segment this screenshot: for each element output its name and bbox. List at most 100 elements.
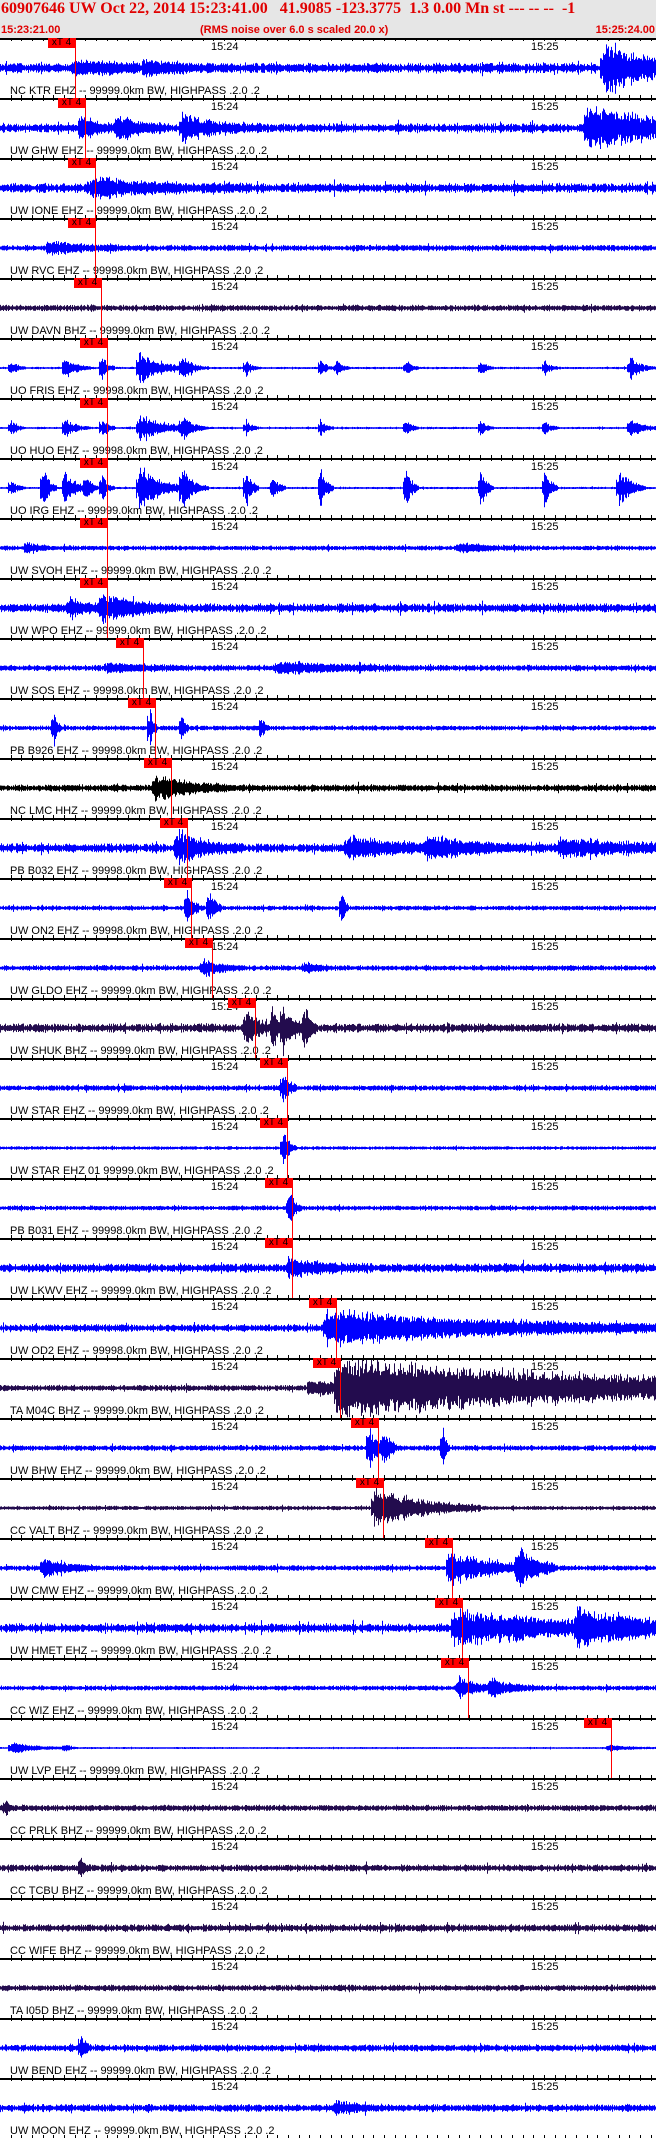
phase-pick-line[interactable] bbox=[107, 398, 108, 458]
trace-divider bbox=[0, 1418, 656, 1420]
phase-pick-marker[interactable]: xT 4 bbox=[260, 1058, 287, 1068]
phase-pick-line[interactable] bbox=[85, 98, 86, 158]
trace-divider bbox=[0, 1538, 656, 1540]
phase-pick-line[interactable] bbox=[287, 1118, 288, 1178]
phase-pick-marker[interactable]: xT 4 bbox=[80, 458, 107, 468]
minute-label: 15:25 bbox=[531, 161, 559, 173]
phase-pick-marker[interactable]: xT 4 bbox=[116, 638, 143, 648]
minute-label: 15:24 bbox=[211, 701, 239, 713]
station-label: CC TCBU BHZ -- 99999.0km BW, HIGHPASS .2… bbox=[10, 1885, 268, 1897]
minute-label: 15:25 bbox=[531, 1481, 559, 1493]
phase-pick-marker[interactable]: xT 4 bbox=[80, 518, 107, 528]
phase-pick-line[interactable] bbox=[340, 1358, 341, 1418]
phase-pick-line[interactable] bbox=[292, 1178, 293, 1238]
minute-label: 15:25 bbox=[531, 41, 559, 53]
phase-pick-marker[interactable]: xT 4 bbox=[144, 758, 171, 768]
phase-pick-marker[interactable]: xT 4 bbox=[435, 1598, 462, 1608]
phase-pick-marker[interactable]: xT 4 bbox=[80, 578, 107, 588]
phase-pick-marker[interactable]: xT 4 bbox=[441, 1658, 468, 1668]
trace-divider bbox=[0, 878, 656, 880]
trace-row: 15:24 15:25 UW WPO EHZ -- 99999.0km BW, HI… bbox=[0, 578, 656, 638]
trace-divider bbox=[0, 1778, 656, 1780]
phase-pick-marker[interactable]: xT 4 bbox=[68, 218, 95, 228]
minute-label: 15:24 bbox=[211, 281, 239, 293]
minute-label: 15:25 bbox=[531, 641, 559, 653]
trace-row: 15:24 15:25 CC WIFE BHZ -- 99999.0km BW, H… bbox=[0, 1898, 656, 1958]
phase-pick-line[interactable] bbox=[468, 1658, 469, 1718]
phase-pick-line[interactable] bbox=[101, 278, 102, 338]
trace-divider bbox=[0, 1598, 656, 1600]
phase-pick-line[interactable] bbox=[107, 458, 108, 518]
phase-pick-line[interactable] bbox=[95, 218, 96, 278]
phase-pick-line[interactable] bbox=[107, 578, 108, 638]
waveform bbox=[0, 1487, 656, 1527]
phase-pick-line[interactable] bbox=[336, 1298, 337, 1358]
trace-row: 15:24 15:25 UO HUO EHZ -- 99998.0km BW, HI… bbox=[0, 398, 656, 458]
phase-pick-line[interactable] bbox=[452, 1538, 453, 1598]
phase-pick-line[interactable] bbox=[187, 818, 188, 878]
minute-label: 15:25 bbox=[531, 1601, 559, 1613]
phase-pick-line[interactable] bbox=[383, 1478, 384, 1538]
phase-pick-marker[interactable]: xT 4 bbox=[351, 1418, 378, 1428]
phase-pick-line[interactable] bbox=[95, 158, 96, 218]
phase-pick-line[interactable] bbox=[255, 998, 256, 1058]
start-time: 15:23:21.00 bbox=[1, 24, 61, 36]
waveform bbox=[0, 890, 656, 922]
phase-pick-marker[interactable]: xT 4 bbox=[160, 818, 187, 828]
phase-pick-line[interactable] bbox=[75, 38, 76, 98]
phase-pick-line[interactable] bbox=[611, 1718, 612, 1778]
phase-pick-marker[interactable]: xT 4 bbox=[48, 38, 75, 48]
phase-pick-marker[interactable]: xT 4 bbox=[265, 1178, 292, 1188]
trace-row: 15:24 15:25 UW DAVN BHZ -- 99999.0km BW, H… bbox=[0, 278, 656, 338]
phase-pick-marker[interactable]: xT 4 bbox=[58, 98, 85, 108]
phase-pick-marker[interactable]: xT 4 bbox=[356, 1478, 383, 1488]
phase-pick-line[interactable] bbox=[191, 878, 192, 938]
minute-label: 15:24 bbox=[211, 1841, 239, 1853]
phase-pick-marker[interactable]: xT 4 bbox=[265, 1238, 292, 1248]
phase-pick-marker[interactable]: xT 4 bbox=[425, 1538, 452, 1548]
minute-label: 15:24 bbox=[211, 161, 239, 173]
minute-label: 15:25 bbox=[531, 461, 559, 473]
trace-divider bbox=[0, 1478, 656, 1480]
phase-pick-marker[interactable]: xT 4 bbox=[228, 998, 255, 1008]
trace-divider bbox=[0, 698, 656, 700]
phase-pick-marker[interactable]: xT 4 bbox=[80, 338, 107, 348]
phase-pick-marker[interactable]: xT 4 bbox=[80, 398, 107, 408]
waveform bbox=[0, 829, 656, 866]
phase-pick-marker[interactable]: xT 4 bbox=[68, 158, 95, 168]
phase-pick-line[interactable] bbox=[143, 638, 144, 698]
phase-pick-line[interactable] bbox=[107, 338, 108, 398]
phase-pick-line[interactable] bbox=[292, 1238, 293, 1298]
trace-divider bbox=[0, 1118, 656, 1120]
minute-label: 15:24 bbox=[211, 2021, 239, 2033]
phase-pick-line[interactable] bbox=[107, 518, 108, 578]
phase-pick-line[interactable] bbox=[212, 938, 213, 998]
waveform bbox=[0, 303, 656, 313]
trace-divider bbox=[0, 1838, 656, 1840]
phase-pick-marker[interactable]: xT 4 bbox=[584, 1718, 611, 1728]
phase-pick-marker[interactable]: xT 4 bbox=[185, 938, 212, 948]
phase-pick-line[interactable] bbox=[378, 1418, 379, 1478]
phase-pick-marker[interactable]: xT 4 bbox=[309, 1298, 336, 1308]
phase-pick-marker[interactable]: xT 4 bbox=[164, 878, 191, 888]
trace-row: 15:24 15:25 UW LVP EHZ -- 99999.0km BW, HI… bbox=[0, 1718, 656, 1778]
waveform bbox=[0, 775, 656, 802]
phase-pick-line[interactable] bbox=[171, 758, 172, 818]
phase-pick-marker[interactable]: xT 4 bbox=[74, 278, 101, 288]
phase-pick-marker[interactable]: xT 4 bbox=[313, 1358, 340, 1368]
trace-row: 15:24 15:25 UW MOON EHZ -- 99999.0km BW, H… bbox=[0, 2078, 656, 2138]
trace-row: 15:24 15:25 UW IONE EHZ -- 99999.0km BW, H… bbox=[0, 158, 656, 218]
minute-label: 15:25 bbox=[531, 1901, 559, 1913]
phase-pick-line[interactable] bbox=[155, 698, 156, 758]
minute-label: 15:24 bbox=[211, 1061, 239, 1073]
phase-pick-marker[interactable]: xT 4 bbox=[260, 1118, 287, 1128]
trace-row: 15:24 15:25 UW GHW EHZ -- 99999.0km BW, HI… bbox=[0, 98, 656, 158]
phase-pick-marker[interactable]: xT 4 bbox=[128, 698, 155, 708]
minute-label: 15:25 bbox=[531, 2081, 559, 2093]
phase-pick-line[interactable] bbox=[287, 1058, 288, 1118]
station-label: PB B926 EHZ -- 99998.0km BW, HIGHPASS .2… bbox=[10, 745, 263, 757]
trace-divider bbox=[0, 1958, 656, 1960]
minute-label: 15:25 bbox=[531, 1661, 559, 1673]
minute-label: 15:24 bbox=[211, 1901, 239, 1913]
phase-pick-line[interactable] bbox=[462, 1598, 463, 1658]
